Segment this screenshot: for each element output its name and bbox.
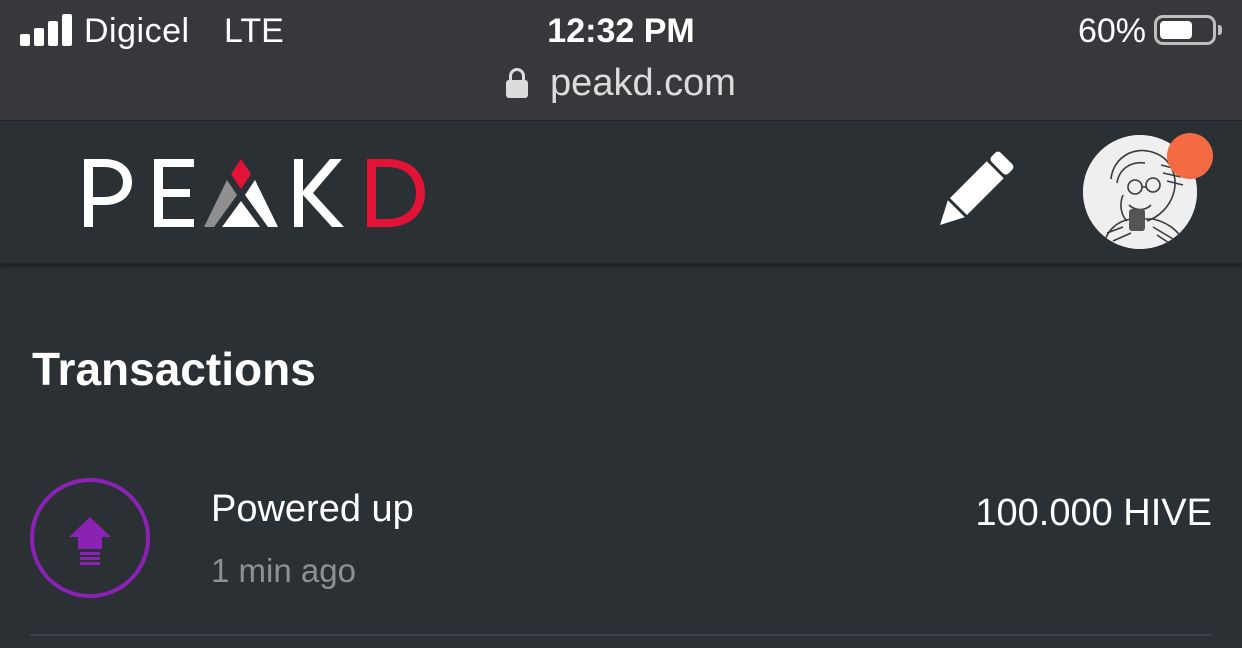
transaction-row[interactable]: Powered up 1 min ago 100.000 HIVE [30, 478, 1212, 636]
transaction-type: Powered up [211, 488, 414, 530]
status-time: 12:32 PM [547, 12, 695, 50]
battery-percent: 60% [1077, 12, 1146, 50]
page-title: Transactions [32, 343, 316, 395]
power-up-arrow-icon [30, 478, 150, 598]
lock-icon [506, 68, 529, 98]
pencil-icon[interactable] [930, 147, 1018, 235]
notification-dot[interactable] [1167, 133, 1213, 179]
url-text: peakd.com [550, 62, 736, 104]
transaction-time: 1 min ago [211, 552, 356, 589]
address-bar[interactable]: peakd.com [0, 62, 1242, 105]
peakd-logo[interactable] [84, 157, 429, 229]
app-header [0, 121, 1242, 264]
battery-icon [1154, 15, 1222, 45]
transaction-amount: 100.000 HIVE [975, 492, 1212, 534]
browser-status-bar: Digicel LTE 12:32 PM 60% peakd.com [0, 0, 1242, 121]
